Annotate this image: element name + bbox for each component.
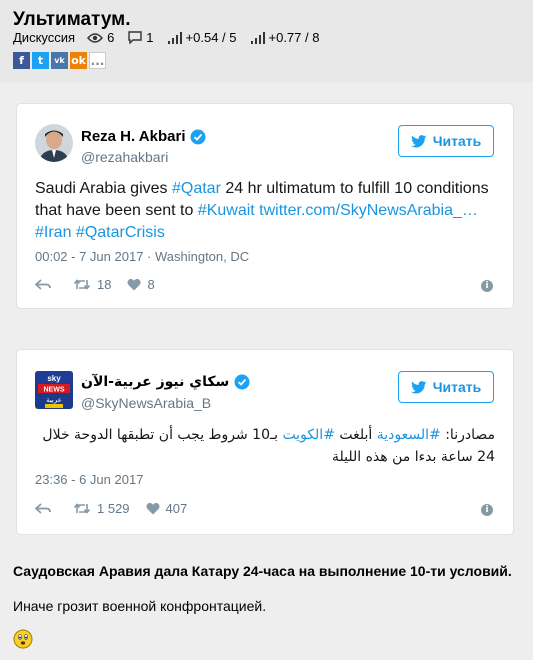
tweet-text: مصادرنا: #السعودية أبلغت #الكويت بـ10 شر…	[35, 424, 495, 468]
reply-button[interactable]	[35, 502, 57, 515]
hashtag-link[interactable]: #Qatar	[172, 180, 221, 197]
rating-two-value: +0.77 / 8	[268, 30, 320, 45]
comment-icon	[128, 31, 142, 44]
hashtag-link[interactable]: #الكويت	[282, 427, 335, 443]
views-value: 6	[107, 30, 115, 45]
twitter-share-button[interactable]: t	[32, 52, 49, 69]
tweet-actions: 1 529 407	[35, 501, 203, 516]
twitter-bird-icon	[410, 134, 427, 147]
comments-value: 1	[146, 30, 154, 45]
heart-icon	[127, 278, 141, 291]
tweet-author-handle[interactable]: @SkyNewsArabia_B	[81, 395, 211, 411]
retweet-icon	[73, 279, 91, 290]
verified-badge-icon	[190, 129, 206, 144]
rating-one: +0.54 / 5	[167, 30, 237, 45]
author-name-text: سكاي نيوز عربية-الآن	[81, 374, 230, 390]
post-category[interactable]: Дискуссия	[13, 30, 75, 45]
info-icon[interactable]: i	[481, 280, 493, 292]
share-buttons: f t vk ok ...	[13, 52, 106, 69]
retweet-count: 1 529	[97, 501, 130, 516]
comments-count[interactable]: 1	[128, 30, 154, 45]
more-share-button[interactable]: ...	[89, 52, 106, 69]
post-meta: Дискуссия 6 1 +0.54 / 5 +0.77 / 8	[13, 30, 333, 45]
rating-two: +0.77 / 8	[250, 30, 320, 45]
smiley-icon	[13, 629, 33, 654]
reply-button[interactable]	[35, 278, 57, 291]
tweet-text-part: Saudi Arabia gives	[35, 180, 172, 197]
avatar[interactable]: sky NEWS عربية	[35, 371, 73, 409]
logo-text: NEWS	[44, 387, 65, 394]
url-link[interactable]: twitter.com/SkyNewsArabia_…	[259, 202, 478, 219]
tweet-text: Saudi Arabia gives #Qatar 24 hr ultimatu…	[35, 178, 495, 244]
hashtag-link[interactable]: #السعودية	[377, 427, 441, 443]
vk-share-button[interactable]: vk	[51, 52, 68, 69]
facebook-share-button[interactable]: f	[13, 52, 30, 69]
follow-button[interactable]: Читать	[398, 371, 494, 403]
like-button[interactable]: 8	[127, 277, 155, 292]
tweet-text-part: أبلغت	[334, 427, 377, 443]
eye-icon	[87, 32, 104, 43]
post-title: Ультиматум.	[13, 9, 131, 30]
post-body-text: Иначе грозит военной конфронтацией.	[13, 598, 267, 614]
tweet-author-handle[interactable]: @rezahakbari	[81, 149, 168, 165]
info-icon[interactable]: i	[481, 504, 493, 516]
hashtag-link[interactable]: #Kuwait	[198, 202, 255, 219]
author-name-text: Reza H. Akbari	[81, 128, 186, 145]
verified-badge-icon	[234, 374, 250, 390]
hashtag-link[interactable]: #Iran	[35, 224, 71, 241]
retweet-button[interactable]: 18	[73, 277, 111, 292]
views-count: 6	[87, 30, 114, 45]
odnoklassniki-share-button[interactable]: ok	[70, 52, 87, 69]
tweet-actions: 18 8	[35, 277, 171, 292]
logo-text: sky	[47, 374, 61, 383]
follow-label: Читать	[432, 133, 482, 149]
embedded-tweet: sky NEWS عربية سكاي نيوز عربية-الآن @Sky…	[16, 349, 514, 535]
embedded-tweet: Reza H. Akbari @rezahakbari Читать Saudi…	[16, 103, 514, 309]
twitter-bird-icon	[410, 380, 427, 393]
like-count: 407	[165, 501, 188, 516]
tweet-text-part: مصادرنا:	[440, 427, 495, 443]
rating-bars-icon	[167, 31, 182, 44]
follow-button[interactable]: Читать	[398, 125, 494, 157]
rating-one-value: +0.54 / 5	[185, 30, 237, 45]
like-button[interactable]: 407	[146, 501, 188, 516]
avatar[interactable]	[35, 124, 73, 162]
retweet-count: 18	[97, 277, 112, 292]
reply-icon	[35, 503, 51, 514]
tweet-date[interactable]: 00:02 - 7 Jun 2017 · Washington, DC	[35, 249, 249, 264]
logo-text: عربية	[46, 396, 62, 404]
tweet-date[interactable]: 23:36 - 6 Jun 2017	[35, 472, 143, 487]
hashtag-link[interactable]: #QatarCrisis	[76, 224, 165, 241]
post-body-headline: Саудовская Аравия дала Катару 24-часа на…	[13, 563, 512, 579]
retweet-button[interactable]: 1 529	[73, 501, 130, 516]
tweet-author-name[interactable]: Reza H. Akbari	[81, 128, 206, 145]
follow-label: Читать	[432, 379, 482, 395]
rating-bars-icon	[250, 31, 265, 44]
tweet-author-name[interactable]: سكاي نيوز عربية-الآن	[81, 374, 250, 390]
post-header: Ультиматум. Дискуссия 6 1 +0.54 / 5 +0.7…	[0, 0, 533, 82]
retweet-icon	[73, 503, 91, 514]
like-count: 8	[147, 277, 155, 292]
heart-icon	[146, 502, 160, 515]
reply-icon	[35, 279, 51, 290]
